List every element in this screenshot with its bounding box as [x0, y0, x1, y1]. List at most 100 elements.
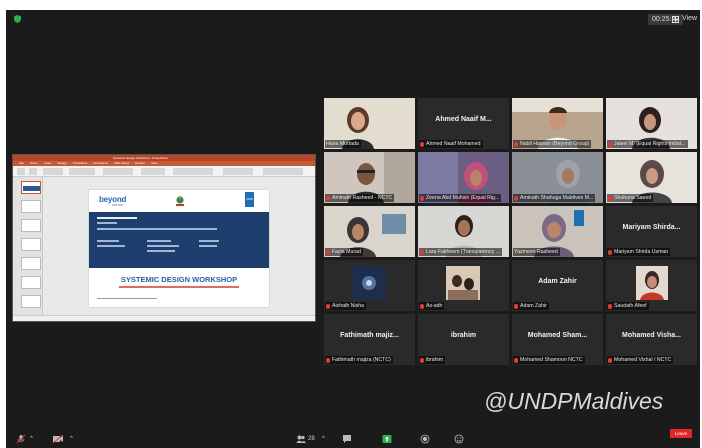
- ribbon-button[interactable]: [29, 168, 37, 175]
- top-bar: 00:25:43 View: [6, 10, 700, 28]
- chat-button[interactable]: [342, 434, 352, 444]
- participant-name-label: Mohamed Vishal / NCTC: [607, 356, 674, 364]
- reactions-button[interactable]: [454, 434, 464, 444]
- participant-tile[interactable]: Lara Fakheem (Transparency ...: [418, 206, 509, 257]
- participant-tile[interactable]: Hana Murtada: [324, 98, 415, 149]
- participant-name-label: Fazia Murad: [325, 248, 363, 256]
- view-button[interactable]: View: [672, 13, 697, 25]
- slide-thumbnail[interactable]: [21, 295, 41, 308]
- zoom-meeting-window: 00:25:43 View Systemic Design Workshop -…: [6, 10, 700, 448]
- mic-muted-icon: [420, 249, 424, 255]
- participant-name-label: Nabil Hassan (Beyond Group): [513, 140, 592, 148]
- audio-options-chevron-icon[interactable]: ^: [30, 434, 33, 444]
- start-video-button[interactable]: [52, 434, 64, 444]
- shared-screen[interactable]: Systemic Design Workshop - PowerPoint Fi…: [12, 154, 316, 322]
- participant-name-label: Jaleel M. (Equal Rights Initiat...: [607, 140, 688, 148]
- slide-thumbnail[interactable]: [21, 238, 41, 251]
- participant-tile[interactable]: Aishath Nisha: [324, 260, 415, 311]
- participant-tile[interactable]: Aminath Rasheed - NCTC: [324, 152, 415, 203]
- mic-muted-icon: [514, 141, 518, 147]
- mic-muted-icon: [608, 195, 612, 201]
- undp-logo: UNDP: [245, 192, 254, 207]
- video-off-icon: [52, 434, 64, 444]
- participant-name-label: Aishath Nisha: [325, 302, 367, 310]
- participant-tile[interactable]: Mariyam Shirda... Mariyam Shirda Usman: [606, 206, 697, 257]
- mic-muted-icon: [514, 357, 518, 363]
- participant-name-label: As-adh: [419, 302, 445, 310]
- mic-muted-icon: [326, 303, 330, 309]
- mic-muted-icon: [420, 141, 424, 147]
- record-button[interactable]: [420, 434, 430, 444]
- ribbon-button[interactable]: [103, 168, 133, 175]
- participant-tile[interactable]: Jaleel M. (Equal Rights Initiat...: [606, 98, 697, 149]
- participant-name-label: Ahmed Naaif Mohamed: [419, 140, 483, 148]
- participant-tile[interactable]: Ahmed Naaif M... Ahmed Naaif Mohamed: [418, 98, 509, 149]
- slide-thumbnail[interactable]: [21, 181, 41, 194]
- participant-display-name: Ahmed Naaif M...: [435, 116, 492, 123]
- participant-tile[interactable]: Aminath Shahuga Maldives M...: [512, 152, 603, 203]
- participant-display-name: ibrahim: [450, 332, 477, 339]
- participant-name-label: Hana Murtada: [325, 140, 361, 148]
- share-screen-icon: [382, 435, 392, 443]
- participant-tile[interactable]: Saudath Afeef: [606, 260, 697, 311]
- participant-tile[interactable]: Mohamed Visha... Mohamed Vishal / NCTC: [606, 314, 697, 365]
- participant-name-label: Yazmeen Rasheed: [513, 248, 560, 256]
- participant-tile[interactable]: Nabil Hassan (Beyond Group): [512, 98, 603, 149]
- participants-count: 28: [308, 436, 315, 442]
- ribbon: [13, 166, 315, 177]
- beyond-group-logo-sub: GROUP: [112, 203, 124, 207]
- slide-thumbnail[interactable]: [21, 257, 41, 270]
- participant-name-label: Zeena Abd Muhsin (Equal Rig...: [419, 194, 502, 202]
- participant-tile[interactable]: Zeena Abd Muhsin (Equal Rig...: [418, 152, 509, 203]
- mic-muted-icon: [608, 357, 612, 363]
- video-options-chevron-icon[interactable]: ^: [70, 434, 73, 444]
- participant-display-name: Fathimath majiz...: [340, 332, 399, 339]
- participant-tile[interactable]: ibrahim ibrahim: [418, 314, 509, 365]
- participant-name-label: ibrahim: [419, 356, 446, 364]
- mic-muted-icon: [420, 195, 424, 201]
- grid-view-icon: [672, 15, 679, 23]
- ribbon-button[interactable]: [173, 168, 213, 175]
- participants-icon: [296, 435, 306, 443]
- status-bar: [13, 315, 315, 321]
- participant-name-label: Mariyam Shirda Usman: [607, 248, 671, 256]
- unmute-button[interactable]: [16, 434, 26, 444]
- slide-blue-band: [89, 212, 269, 268]
- ribbon-button[interactable]: [141, 168, 165, 175]
- participant-tile[interactable]: Mohamed Sham... Mohamed Shamoon NCTC: [512, 314, 603, 365]
- slide-thumbnail[interactable]: [21, 276, 41, 289]
- participant-display-name: Mariyam Shirda...: [622, 224, 681, 231]
- participant-tile[interactable]: Shuhuna Saeed: [606, 152, 697, 203]
- slide-thumbnail[interactable]: [21, 219, 41, 232]
- mic-muted-icon: [514, 303, 518, 309]
- ribbon-button[interactable]: [17, 168, 25, 175]
- participant-tile[interactable]: As-adh: [418, 260, 509, 311]
- mic-muted-icon: [608, 303, 612, 309]
- slide-header: beyond GROUP UNDP: [89, 190, 269, 212]
- participant-display-name: Mohamed Sham...: [527, 332, 588, 339]
- participant-name-label: Mohamed Shamoon NCTC: [513, 356, 585, 364]
- slide-thumbnail[interactable]: [21, 200, 41, 213]
- participant-name-label: Lara Fakheem (Transparency ...: [419, 248, 502, 256]
- participant-name-label: Aminath Rasheed - NCTC: [325, 194, 395, 202]
- active-speaker-tile[interactable]: Yazmeen Rasheed: [512, 206, 603, 257]
- participant-tile[interactable]: Fazia Murad: [324, 206, 415, 257]
- participants-button[interactable]: 28: [296, 434, 315, 444]
- participants-options-chevron-icon[interactable]: ^: [322, 434, 325, 444]
- share-screen-button[interactable]: [382, 434, 392, 444]
- slide-subtitle-line: [89, 285, 269, 289]
- participant-name-label: Fathimath majiza (NCTC): [325, 356, 393, 364]
- participant-tile[interactable]: Adam Zahir Adam Zahir: [512, 260, 603, 311]
- leave-button[interactable]: Leave: [670, 429, 692, 438]
- encryption-shield-icon[interactable]: [14, 15, 21, 23]
- participant-tile[interactable]: Fathimath majiz... Fathimath majiza (NCT…: [324, 314, 415, 365]
- participant-name-label: Shuhuna Saeed: [607, 194, 654, 202]
- ribbon-button[interactable]: [69, 168, 95, 175]
- ribbon-button[interactable]: [223, 168, 253, 175]
- mic-muted-icon: [420, 303, 424, 309]
- participant-name-label: Saudath Afeef: [607, 302, 649, 310]
- ribbon-button[interactable]: [263, 168, 303, 175]
- mic-muted-icon: [326, 357, 330, 363]
- slide-title: SYSTEMIC DESIGN WORKSHOP: [120, 275, 238, 284]
- ribbon-button[interactable]: [43, 168, 63, 175]
